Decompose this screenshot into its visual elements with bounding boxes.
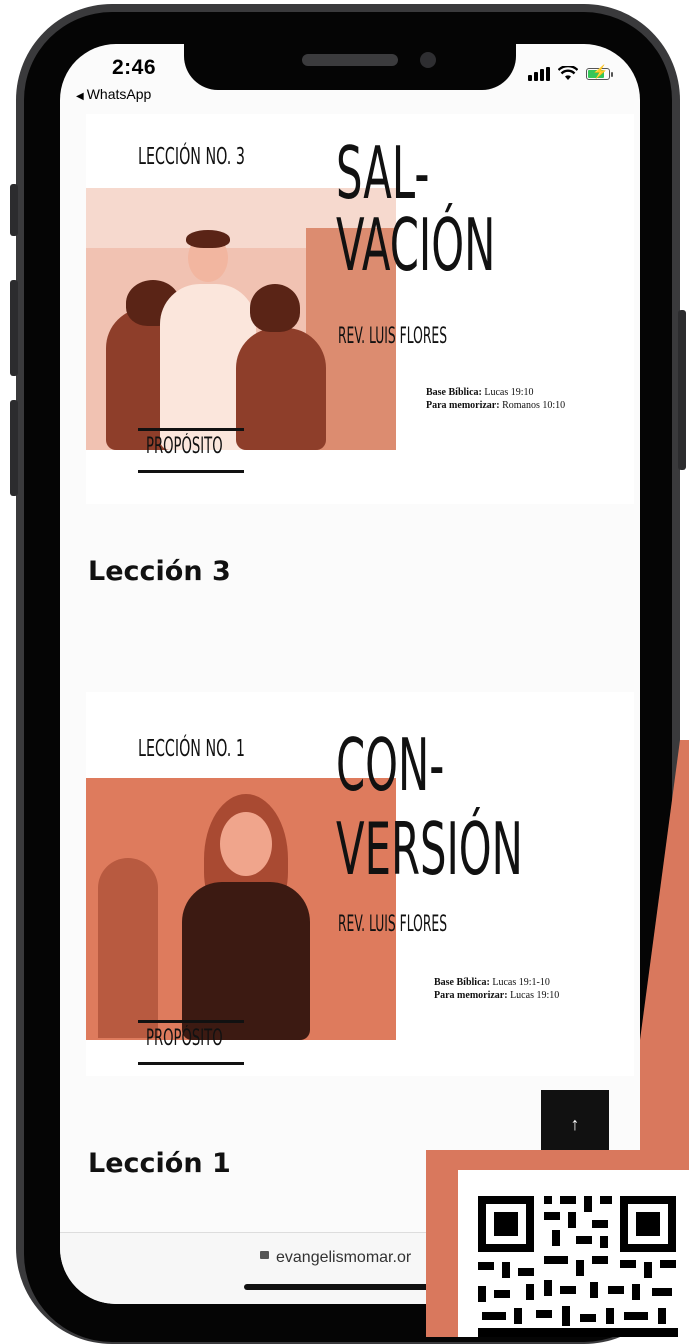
proposito-label: PROPÓSITO xyxy=(146,434,223,459)
proposito-label: PROPÓSITO xyxy=(146,1026,223,1051)
lesson-title-line2: VACIÓN xyxy=(336,203,496,287)
lesson-title-line1: SAL- xyxy=(336,131,430,215)
qr-code-icon[interactable] xyxy=(472,1190,682,1337)
url-text: evangelismomar.or xyxy=(276,1249,412,1266)
lesson-title-line2: VERSIÓN xyxy=(336,807,523,891)
lock-icon xyxy=(260,1251,269,1259)
back-arrow-icon: ◀ xyxy=(76,91,84,102)
back-to-whatsapp[interactable]: ◀ WhatsApp xyxy=(76,86,151,102)
lesson-3-heading[interactable]: Lección 3 xyxy=(88,556,231,587)
lesson-title-line1: CON- xyxy=(336,723,445,807)
volume-down-button xyxy=(10,400,18,496)
status-icons: ⚡ xyxy=(528,64,613,81)
notch xyxy=(184,44,516,90)
bible-reference: Base Bíblica: Lucas 19:10 Para memorizar… xyxy=(426,387,566,411)
power-button xyxy=(678,310,686,470)
lesson-1-heading[interactable]: Lección 1 xyxy=(88,1148,231,1179)
battery-icon: ⚡ xyxy=(586,64,613,80)
wifi-icon xyxy=(558,66,578,80)
proposito-rule-top xyxy=(138,428,244,431)
arrow-up-icon: ↑ xyxy=(570,1113,580,1134)
speaker-grille xyxy=(302,54,398,66)
poster-red-stripe xyxy=(640,740,689,1160)
lesson-author: REV. LUIS FLORES xyxy=(338,324,448,349)
lesson-number: LECCIÓN NO. 3 xyxy=(138,144,245,170)
proposito-rule-bottom xyxy=(138,470,244,473)
mute-switch xyxy=(10,184,18,236)
status-time: 2:46 xyxy=(112,56,157,79)
proposito-rule-top xyxy=(138,1020,244,1023)
bible-reference: Base Bíblica: Lucas 19:1-10 Para memoriz… xyxy=(434,977,560,1001)
scroll-to-top-button[interactable]: ↑ xyxy=(541,1090,609,1158)
back-app-label: WhatsApp xyxy=(86,86,152,102)
lesson-3-card[interactable]: LECCIÓN NO. 3 SAL- VACIÓN REV. LUIS FLOR… xyxy=(86,114,634,504)
lesson-number: LECCIÓN NO. 1 xyxy=(138,736,245,762)
lesson-1-card[interactable]: LECCIÓN NO. 1 CON- VERSIÓN REV. LUIS FLO… xyxy=(86,692,634,1076)
volume-up-button xyxy=(10,280,18,376)
front-camera xyxy=(420,52,436,68)
phone-screen: 2:46 ◀ WhatsApp ⚡ LECCIÓN NO. 3 SAL- VACI xyxy=(60,44,640,1304)
lesson-author: REV. LUIS FLORES xyxy=(338,912,448,937)
proposito-rule-bottom xyxy=(138,1062,244,1065)
signal-icon xyxy=(528,66,550,81)
